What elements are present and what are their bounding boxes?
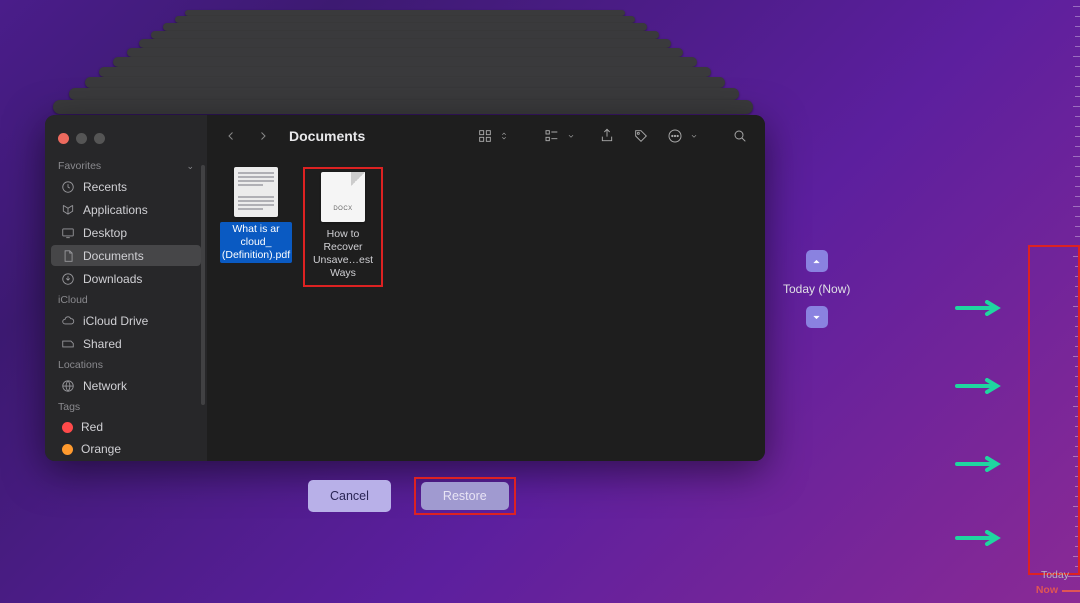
annotation-arrow-icon (955, 300, 1005, 316)
sidebar-item-label: Applications (83, 203, 148, 217)
sidebar-section-favorites: Favorites ⌄ (45, 156, 207, 175)
sidebar-item-label: Red (81, 420, 103, 434)
time-machine-nav: Today (Now) (783, 250, 850, 328)
file-item[interactable]: What is ar cloud_(Definition).pdf (221, 167, 291, 263)
sidebar-item-label: Orange (81, 442, 121, 456)
document-icon (60, 248, 75, 263)
sidebar-item-label: Desktop (83, 226, 127, 240)
main-pane: Documents (207, 115, 765, 461)
finder-window: Favorites ⌄ Recents Applications Desktop… (45, 115, 765, 461)
annotation-arrow-icon (955, 456, 1005, 472)
timeline-today-label: Today (1041, 569, 1069, 581)
toolbar: Documents (207, 115, 765, 157)
file-name: How to RecoverUnsave…est Ways (308, 227, 378, 282)
desktop-icon (60, 225, 75, 240)
sidebar-item-icloud-drive[interactable]: iCloud Drive (51, 310, 201, 331)
pdf-file-icon (234, 167, 278, 217)
chevron-down-icon (689, 125, 699, 147)
clock-icon (60, 179, 75, 194)
sidebar-item-downloads[interactable]: Downloads (51, 268, 201, 289)
timeline-now-label: Now (1036, 584, 1058, 596)
close-button[interactable] (58, 133, 69, 144)
file-name: What is ar cloud_(Definition).pdf (220, 222, 292, 263)
timeline-now-marker (1062, 590, 1080, 592)
sidebar-item-label: Network (83, 379, 127, 393)
docx-file-icon: DOCX (321, 172, 365, 222)
sidebar-item-label: Shared (83, 337, 122, 351)
cloud-icon (60, 313, 75, 328)
more-icon (664, 125, 686, 147)
back-button[interactable] (221, 126, 241, 146)
group-button[interactable] (541, 125, 576, 147)
tag-red-icon (62, 422, 73, 433)
group-icon (541, 125, 563, 147)
file-grid: What is ar cloud_(Definition).pdf DOCX H… (207, 157, 765, 461)
chevron-updown-icon (499, 125, 509, 147)
sidebar-item-label: Documents (83, 249, 144, 263)
sidebar-item-desktop[interactable]: Desktop (51, 222, 201, 243)
annotation-arrow-icon (955, 378, 1005, 394)
time-machine-up-button[interactable] (806, 250, 828, 272)
sidebar-item-label: Recents (83, 180, 127, 194)
sidebar-tag-orange[interactable]: Orange (51, 439, 201, 459)
shared-icon (60, 336, 75, 351)
sidebar: Favorites ⌄ Recents Applications Desktop… (45, 115, 207, 461)
sidebar-item-label: Downloads (83, 272, 142, 286)
sidebar-item-recents[interactable]: Recents (51, 176, 201, 197)
forward-button[interactable] (253, 126, 273, 146)
share-button[interactable] (596, 125, 618, 147)
traffic-lights (45, 123, 207, 156)
highlight-box (1028, 245, 1080, 575)
restore-button[interactable]: Restore (421, 482, 509, 510)
sidebar-section-icloud: iCloud (45, 290, 207, 309)
sidebar-item-shared[interactable]: Shared (51, 333, 201, 354)
highlight-box: Restore (414, 477, 516, 515)
sidebar-item-applications[interactable]: Applications (51, 199, 201, 220)
sidebar-item-network[interactable]: Network (51, 375, 201, 396)
tag-button[interactable] (630, 125, 652, 147)
sidebar-scrollbar[interactable] (201, 165, 205, 405)
sidebar-tag-red[interactable]: Red (51, 417, 201, 437)
sidebar-item-documents[interactable]: Documents (51, 245, 201, 266)
annotation-arrow-icon (955, 530, 1005, 546)
cancel-button[interactable]: Cancel (308, 480, 391, 512)
search-button[interactable] (729, 125, 751, 147)
sidebar-item-label: iCloud Drive (83, 314, 148, 328)
window-title: Documents (289, 128, 365, 144)
time-machine-down-button[interactable] (806, 306, 828, 328)
tag-orange-icon (62, 444, 73, 455)
time-machine-label: Today (Now) (783, 282, 850, 296)
bottom-button-bar: Cancel Restore (308, 480, 511, 512)
file-item[interactable]: DOCX How to RecoverUnsave…est Ways (308, 172, 378, 282)
apps-icon (60, 202, 75, 217)
highlight-box: DOCX How to RecoverUnsave…est Ways (303, 167, 383, 287)
minimize-button[interactable] (76, 133, 87, 144)
sidebar-section-tags: Tags (45, 397, 207, 416)
action-button[interactable] (664, 125, 699, 147)
network-icon (60, 378, 75, 393)
chevron-down-icon (566, 125, 576, 147)
grid-view-icon (474, 125, 496, 147)
chevron-down-icon[interactable]: ⌄ (186, 161, 194, 172)
view-mode-button[interactable] (474, 125, 509, 147)
zoom-button[interactable] (94, 133, 105, 144)
sidebar-section-locations: Locations (45, 355, 207, 374)
download-icon (60, 271, 75, 286)
